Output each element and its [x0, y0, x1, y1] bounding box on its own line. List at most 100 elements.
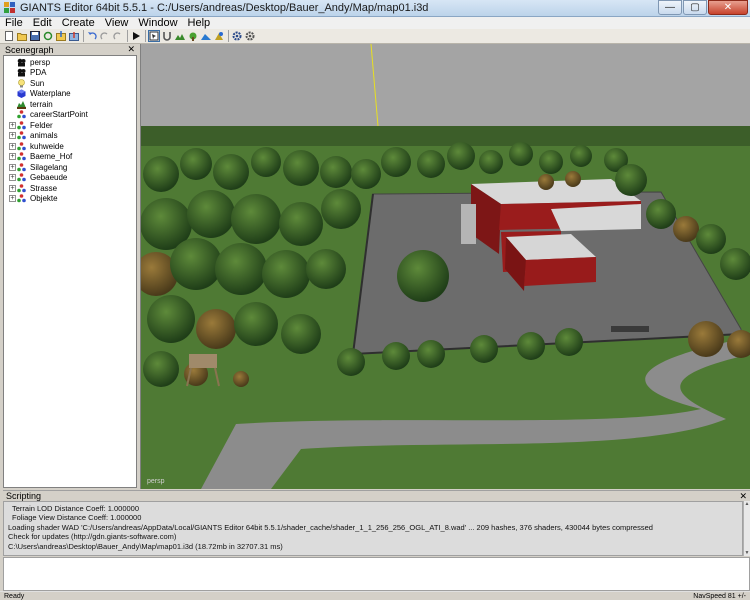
redo-alt-icon[interactable]: [112, 30, 124, 42]
log-line: Check for updates (http://gdn.giants-sof…: [8, 532, 177, 542]
minimize-button[interactable]: —: [658, 0, 682, 15]
settings-icon[interactable]: [231, 30, 243, 42]
node-label: Waterplane: [30, 89, 71, 99]
cube-icon: [17, 89, 26, 99]
node-label: terrain: [30, 99, 53, 109]
toolbar-separator: [226, 30, 230, 42]
menu-edit[interactable]: Edit: [28, 17, 57, 29]
transform-group-icon: [17, 110, 26, 119]
new-icon[interactable]: [3, 30, 15, 42]
scenegraph-node-persp[interactable]: persp: [4, 57, 136, 68]
scroll-down-icon[interactable]: ▼: [744, 550, 750, 556]
expand-icon[interactable]: +: [9, 153, 16, 161]
save-icon[interactable]: [29, 30, 41, 42]
import-icon[interactable]: [55, 30, 67, 42]
expand-icon[interactable]: +: [9, 163, 16, 171]
log-line: C:\Users\andreas\Desktop\Bauer_Andy\Map\…: [8, 541, 283, 551]
redo-icon[interactable]: [99, 30, 111, 42]
transform-group-icon: [17, 120, 26, 130]
menu-help[interactable]: Help: [183, 17, 216, 29]
menu-view[interactable]: View: [100, 17, 134, 29]
scenegraph-node-terrain[interactable]: terrain: [4, 99, 136, 110]
scenegraph-node-felder[interactable]: + Felder: [4, 120, 136, 131]
expand-icon[interactable]: +: [9, 142, 16, 150]
expand-icon[interactable]: +: [9, 132, 16, 140]
menu-file[interactable]: File: [0, 17, 28, 29]
scenegraph-node-gebaeude[interactable]: + Gebaeude: [4, 173, 136, 184]
scroll-up-icon[interactable]: ▲: [744, 501, 750, 507]
expand-icon[interactable]: +: [9, 174, 16, 182]
transform-group-icon: [17, 162, 26, 172]
transform-group-icon: [17, 141, 26, 151]
3d-viewport[interactable]: persp: [140, 44, 750, 489]
nav-speed: NavSpeed 81 +/-: [693, 592, 746, 600]
scenegraph-node-sun[interactable]: Sun: [4, 78, 136, 89]
node-label: Silagelang: [30, 162, 68, 172]
expand-icon[interactable]: +: [9, 184, 16, 192]
window-title: GIANTS Editor 64bit 5.5.1 - C:/Users/and…: [20, 2, 429, 14]
export-icon[interactable]: [68, 30, 80, 42]
texture-paint-icon[interactable]: [213, 30, 225, 42]
settings-alt-icon[interactable]: [244, 30, 256, 42]
terrain-paint-icon[interactable]: [174, 30, 186, 42]
scripting-header: Scripting ✕: [3, 490, 750, 501]
scenegraph-node-strasse[interactable]: + Strasse: [4, 183, 136, 194]
scenegraph-header: Scenegraph ✕: [3, 44, 137, 55]
magnet-icon[interactable]: [161, 30, 173, 42]
undo-icon[interactable]: [86, 30, 98, 42]
title-bar: GIANTS Editor 64bit 5.5.1 - C:/Users/and…: [0, 0, 750, 17]
scripting-scrollbar[interactable]: ▲ ▼: [743, 501, 750, 556]
scenegraph-node-careerstartpoint[interactable]: careerStartPoint: [4, 110, 136, 121]
node-label: animals: [30, 131, 58, 141]
viewport-scene: [141, 44, 750, 489]
node-label: Sun: [30, 78, 45, 88]
node-label: Strasse: [30, 183, 58, 193]
scenegraph-node-animals[interactable]: + animals: [4, 131, 136, 142]
node-label: Gebaeude: [30, 173, 68, 183]
scripting-log[interactable]: Terrain LOD Distance Coeff: 1.000000 Fol…: [3, 501, 743, 556]
menu-window[interactable]: Window: [133, 17, 182, 29]
close-button[interactable]: ✕: [708, 0, 748, 15]
terrain-sculpt-icon[interactable]: [200, 30, 212, 42]
viewport-camera-label: persp: [147, 478, 165, 485]
menu-bar: File Edit Create View Window Help: [0, 17, 750, 29]
maximize-button[interactable]: ▢: [683, 0, 707, 15]
toolbar-separator: [81, 30, 85, 42]
node-label: careerStartPoint: [30, 110, 88, 120]
camera-icon: [17, 68, 26, 77]
menu-create[interactable]: Create: [57, 17, 100, 29]
transform-group-icon: [17, 194, 26, 203]
node-label: PDA: [30, 68, 47, 78]
status-bar: Ready NavSpeed 81 +/-: [0, 591, 750, 600]
select-icon[interactable]: [148, 30, 160, 42]
foliage-paint-icon[interactable]: [187, 30, 199, 42]
expand-icon[interactable]: +: [9, 195, 16, 203]
terrain-icon: [17, 100, 26, 109]
scenegraph-node-pda[interactable]: PDA: [4, 68, 136, 79]
transform-group-icon: [17, 152, 26, 161]
scenegraph-node-baeme-hof[interactable]: + Baeme_Hof: [4, 152, 136, 163]
toolbar: [0, 29, 750, 44]
reload-icon[interactable]: [42, 30, 54, 42]
script-input[interactable]: [3, 557, 750, 591]
expand-icon[interactable]: +: [9, 121, 16, 129]
giants-app-icon: [4, 2, 16, 14]
scenegraph-node-silagelang[interactable]: + Silagelang: [4, 162, 136, 173]
play-icon[interactable]: [130, 30, 142, 42]
transform-group-icon: [17, 131, 26, 140]
scenegraph-node-waterplane[interactable]: Waterplane: [4, 89, 136, 100]
log-line: Terrain LOD Distance Coeff: 1.000000: [12, 504, 140, 513]
lightbulb-icon: [17, 78, 26, 88]
toolbar-separator: [143, 30, 147, 42]
scenegraph-node-kuhweide[interactable]: + kuhweide: [4, 141, 136, 152]
transform-group-icon: [17, 183, 26, 193]
node-label: persp: [30, 57, 51, 67]
scenegraph-close-button[interactable]: ✕: [127, 44, 135, 55]
scenegraph-node-objekte[interactable]: + Objekte: [4, 194, 136, 205]
scripting-close-button[interactable]: ✕: [739, 491, 747, 502]
scripting-title: Scripting: [6, 491, 42, 501]
scenegraph-tree[interactable]: persp PDA Sun Waterplane terrain careerS…: [3, 55, 137, 488]
open-icon[interactable]: [16, 30, 28, 42]
log-line: Foliage View Distance Coeff: 1.000000: [12, 513, 142, 523]
toolbar-separator: [125, 30, 129, 42]
